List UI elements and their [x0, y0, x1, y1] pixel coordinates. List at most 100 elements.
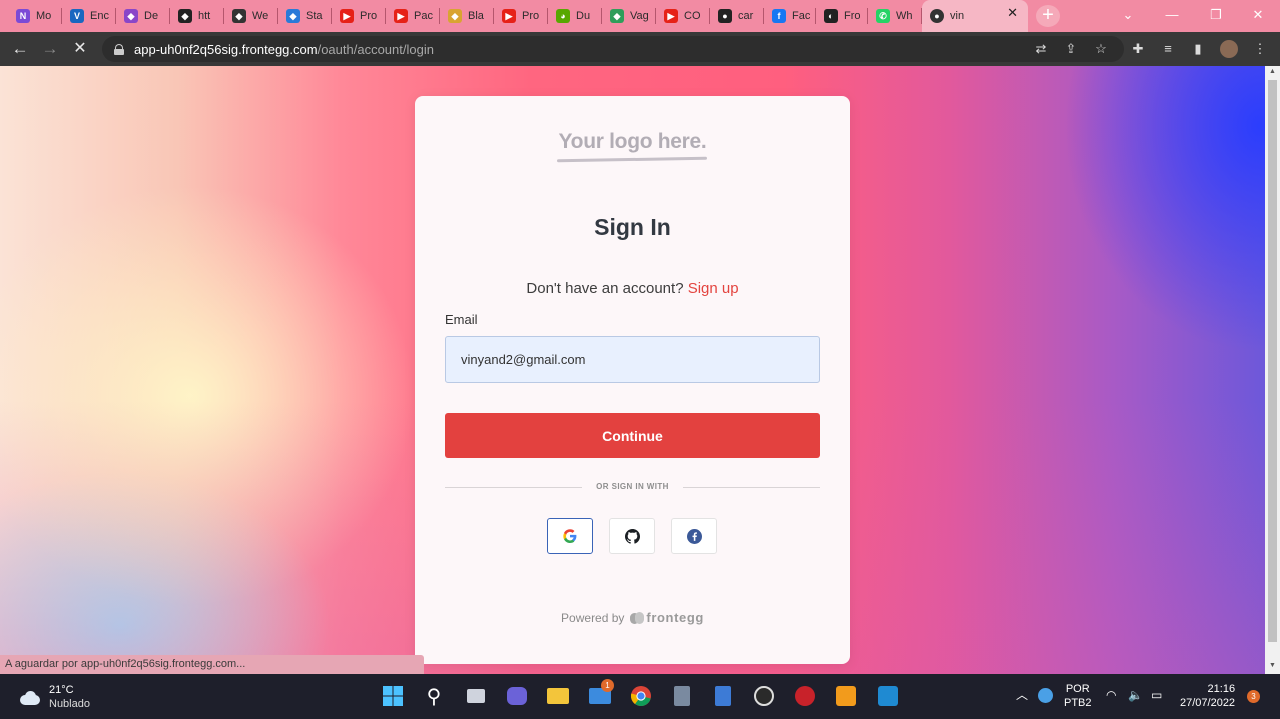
page-scrollbar[interactable]: ▲ ▼	[1265, 66, 1280, 674]
weather-widget[interactable]: 21°C Nublado	[18, 684, 90, 711]
facebook-signin-button[interactable]	[671, 518, 717, 554]
wifi-icon[interactable]: ◠	[1106, 688, 1116, 702]
github-icon	[624, 528, 640, 544]
close-window-button[interactable]: ✕	[1236, 0, 1280, 30]
tab-7[interactable]: ▶ Pac	[386, 4, 440, 28]
extensions-icon[interactable]: ✚	[1130, 41, 1146, 57]
language-indicator[interactable]: POR PTB2	[1064, 682, 1092, 710]
clock[interactable]: 21:16 27/07/2022	[1180, 682, 1235, 710]
bookmark-star-icon[interactable]: ☆	[1093, 41, 1109, 57]
mail-icon[interactable]: 1	[587, 679, 614, 709]
profile-avatar[interactable]	[1220, 40, 1238, 58]
tab-10[interactable]: ◕ Du	[548, 4, 602, 28]
windows-start-icon[interactable]	[380, 683, 406, 709]
email-field[interactable]	[445, 336, 820, 383]
sublime-icon[interactable]	[833, 683, 859, 709]
search-icon[interactable]: ⚲	[421, 683, 447, 709]
side-panel-icon[interactable]: ▮	[1190, 41, 1206, 57]
duolingo-icon: ◕	[556, 9, 570, 23]
site-icon: ◆	[178, 9, 192, 23]
tab-1[interactable]: V Enc	[62, 4, 116, 28]
tab-separator	[61, 8, 62, 24]
tab-5[interactable]: ◆ Sta	[278, 4, 332, 28]
reading-list-icon[interactable]: ≡	[1160, 41, 1176, 57]
tab-label: car	[738, 10, 754, 22]
maximize-button[interactable]: ❐	[1194, 0, 1238, 30]
menu-icon[interactable]: ⋮	[1252, 41, 1268, 57]
google-signin-button[interactable]	[547, 518, 593, 554]
tab-separator	[867, 8, 868, 24]
tab-label: Vag	[630, 10, 649, 22]
github-signin-button[interactable]	[609, 518, 655, 554]
close-tab-icon[interactable]: ✕	[1007, 5, 1018, 21]
scroll-up-arrow-icon[interactable]: ▲	[1268, 68, 1277, 78]
address-bar[interactable]: app-uh0nf2q56sig.frontegg.com/oauth/acco…	[102, 36, 1124, 62]
tab-label: De	[144, 10, 159, 22]
url-text[interactable]: app-uh0nf2q56sig.frontegg.com/oauth/acco…	[134, 42, 434, 57]
battery-icon[interactable]: ▭	[1151, 688, 1162, 702]
volume-icon[interactable]: 🔈	[1128, 688, 1143, 702]
lock-icon[interactable]	[114, 43, 124, 55]
share-icon[interactable]: ⇪	[1063, 41, 1079, 57]
chrome-icon[interactable]	[628, 683, 654, 709]
tab-active[interactable]: ● vin ✕	[922, 0, 1028, 32]
tab-6[interactable]: ▶ Pro	[332, 4, 386, 28]
tab-label: Du	[576, 10, 591, 22]
frontegg-mark-icon	[630, 611, 645, 624]
page-title: Sign In	[594, 214, 671, 240]
tab-16[interactable]: ✆ Wh	[868, 4, 922, 28]
page-viewport: Your logo here. Sign In Don't have an ac…	[0, 66, 1265, 674]
notepad-icon[interactable]	[710, 683, 736, 709]
tab-label: We	[252, 10, 269, 22]
antivirus-icon[interactable]	[792, 683, 818, 709]
signup-link[interactable]: Sign up	[688, 280, 739, 297]
tab-separator	[331, 8, 332, 24]
tab-12[interactable]: ▶ CO	[656, 4, 710, 28]
continue-button[interactable]: Continue	[445, 413, 820, 458]
notification-badge[interactable]: 3	[1247, 690, 1260, 703]
forward-button[interactable]: →	[39, 38, 61, 60]
tab-13[interactable]: ● car	[710, 4, 764, 28]
scrollbar-thumb[interactable]	[1268, 80, 1277, 642]
tab-4[interactable]: ◆ We	[224, 4, 278, 28]
translate-icon[interactable]: ⇄	[1033, 41, 1049, 57]
tab-9[interactable]: ▶ Pro	[494, 4, 548, 28]
calculator-icon[interactable]	[669, 683, 695, 709]
task-view-icon[interactable]	[463, 683, 489, 709]
tab-label: vin	[950, 10, 965, 22]
file-explorer-icon[interactable]	[545, 683, 571, 709]
back-button[interactable]: ←	[9, 38, 31, 60]
site-icon: ◆	[286, 9, 300, 23]
minimize-button[interactable]: —	[1150, 0, 1194, 30]
youtube-icon: ▶	[664, 9, 678, 23]
tab-label: htt	[198, 10, 211, 22]
tab-11[interactable]: ◆ Vag	[602, 4, 656, 28]
tab-2[interactable]: ◆ De	[116, 4, 170, 28]
tab-separator	[223, 8, 224, 24]
lang-bottom: PTB2	[1064, 697, 1092, 709]
scroll-down-arrow-icon[interactable]: ▼	[1268, 662, 1277, 672]
status-bar: A aguardar por app-uh0nf2q56sig.frontegg…	[0, 655, 424, 674]
tray-chevron-icon[interactable]: ︿	[1016, 688, 1028, 702]
tab-separator	[547, 8, 548, 24]
mail-badge: 1	[601, 679, 614, 692]
obs-icon[interactable]	[751, 683, 777, 709]
divider-text: OR SIGN IN WITH	[582, 482, 683, 491]
tab-label: Sta	[306, 10, 323, 22]
tab-15[interactable]: ◐ Fro	[816, 4, 868, 28]
whatsapp-icon: ✆	[876, 9, 890, 23]
tab-8[interactable]: ◆ Bla	[440, 4, 494, 28]
new-tab-button[interactable]: +	[1036, 5, 1060, 27]
vscode-icon[interactable]	[875, 683, 901, 709]
tab-label: Pro	[360, 10, 378, 22]
chat-icon[interactable]	[504, 683, 530, 709]
tab-0[interactable]: N Mo	[8, 4, 62, 28]
tab-3[interactable]: ◆ htt	[170, 4, 224, 28]
tab-search-icon[interactable]: ⌄	[1106, 0, 1150, 30]
tab-14[interactable]: f Fac	[764, 4, 816, 28]
stop-loading-button[interactable]: ✕	[69, 38, 91, 60]
cloud-icon	[18, 690, 42, 705]
tab-separator	[169, 8, 170, 24]
tray-app-icon[interactable]	[1038, 688, 1053, 703]
logo-underline	[556, 156, 708, 163]
